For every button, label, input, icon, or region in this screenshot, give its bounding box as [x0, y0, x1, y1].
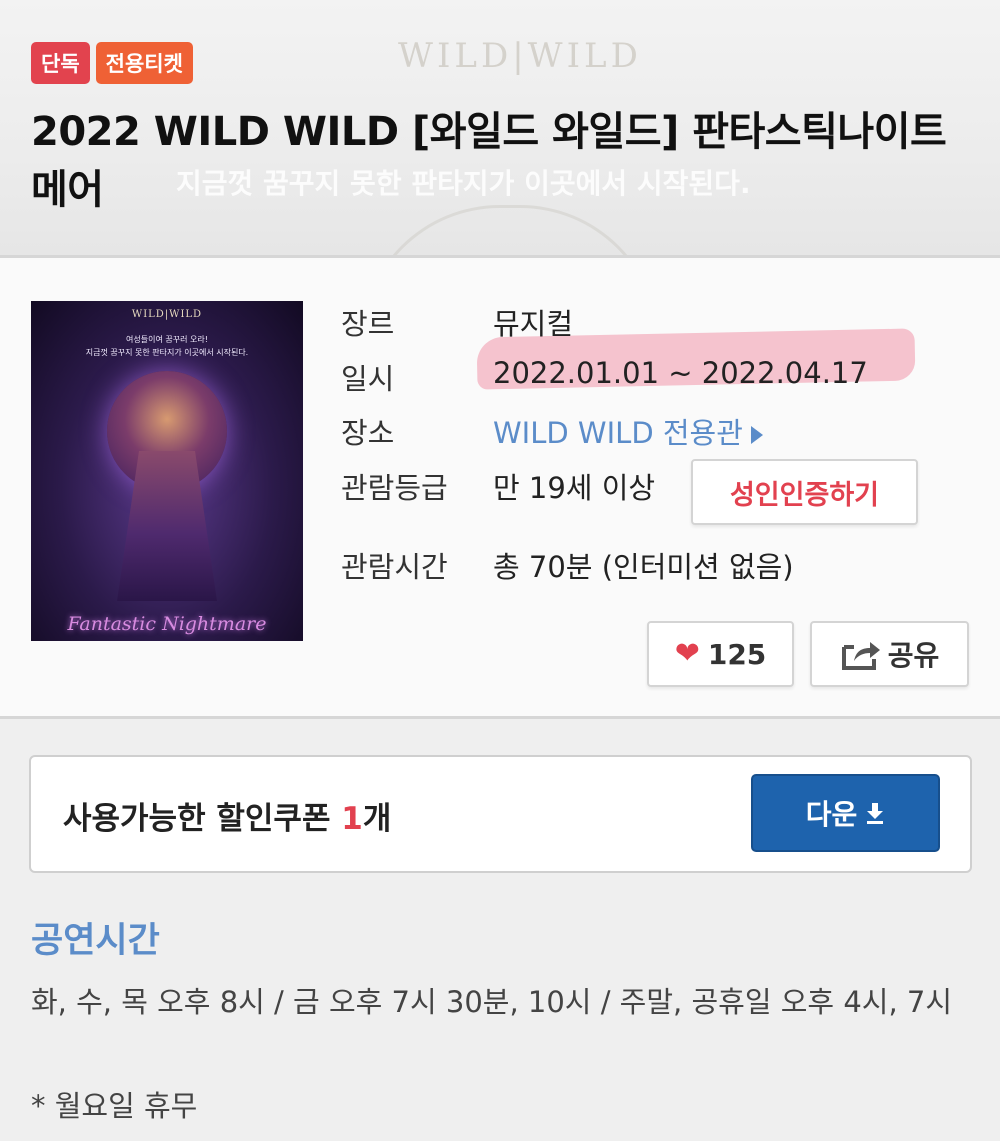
coupon-count: 1: [341, 801, 363, 837]
adult-verification-button[interactable]: 성인인증하기: [691, 459, 918, 525]
poster-tagline-line-2: 지금껏 꿈꾸지 못한 판타지가 이곳에서 시작된다.: [85, 348, 249, 357]
coupon-download-button[interactable]: 다운: [751, 774, 940, 852]
page-title: 2022 WILD WILD [와일드 와일드] 판타스틱나이트메어: [31, 109, 947, 213]
venue-link-text: WILD WILD 전용관: [493, 416, 743, 450]
rating-value: 만 19세 이상: [493, 471, 656, 505]
venue-label: 장소: [341, 416, 395, 450]
share-icon: [841, 642, 880, 670]
coupon-box: 사용가능한 할인쿠폰 1개 다운: [29, 755, 972, 873]
heart-icon: ❤: [674, 636, 700, 671]
showtime-title: 공연시간: [31, 921, 160, 961]
closed-day-note: * 월요일 휴무: [31, 1089, 198, 1123]
performance-info: WILD|WILD 여성들이여 꿈꾸러 오라! 지금껏 꿈꾸지 못한 판타지가 …: [0, 258, 1000, 716]
showtime-schedule: 화, 수, 목 오후 8시 / 금 오후 7시 30분, 10시 / 주말, 공…: [31, 985, 953, 1019]
coupon-text-prefix: 사용가능한 할인쿠폰: [63, 801, 342, 837]
venue-link[interactable]: WILD WILD 전용관: [493, 410, 763, 452]
genre-label: 장르: [341, 307, 395, 341]
header-background-logo: WILD|WILD: [398, 36, 642, 76]
rating-label: 관람등급: [341, 471, 448, 505]
coupon-text-suffix: 개: [362, 801, 392, 837]
exclusive-badge: 단독: [31, 42, 90, 84]
runtime-value: 총 70분 (인터미션 없음): [493, 550, 794, 584]
poster-tagline-line-1: 여성들이여 꿈꾸러 오라!: [126, 335, 208, 344]
page-header: WILD|WILD 지금껏 꿈꾸지 못한 판타지가 이곳에서 시작된다. 단독 …: [0, 0, 1000, 255]
download-label: 다운: [805, 798, 858, 831]
genre-value: 뮤지컬: [493, 307, 574, 341]
poster-logo: WILD|WILD: [131, 309, 203, 320]
poster-script-title: Fantastic Nightmare: [67, 613, 267, 635]
coupon-text: 사용가능한 할인쿠폰 1개: [63, 793, 391, 838]
share-button[interactable]: 공유: [810, 621, 969, 687]
runtime-label: 관람시간: [341, 550, 448, 584]
badge-group: 단독 전용티켓: [31, 42, 193, 84]
date-value: 2022.01.01 ~ 2022.04.17: [493, 356, 868, 390]
poster-tagline: 여성들이여 꿈꾸러 오라! 지금껏 꿈꾸지 못한 판타지가 이곳에서 시작된다.: [31, 333, 303, 359]
triangle-right-icon: [750, 426, 763, 444]
date-label: 일시: [341, 362, 395, 396]
like-button[interactable]: ❤ 125: [647, 621, 794, 687]
poster-image[interactable]: WILD|WILD 여성들이여 꿈꾸러 오라! 지금껏 꿈꾸지 못한 판타지가 …: [31, 301, 303, 641]
share-label: 공유: [887, 639, 940, 672]
info-divider: [0, 716, 1000, 719]
like-count: 125: [707, 637, 767, 671]
dedicated-ticket-badge: 전용티켓: [95, 42, 193, 84]
download-icon: [867, 803, 884, 824]
